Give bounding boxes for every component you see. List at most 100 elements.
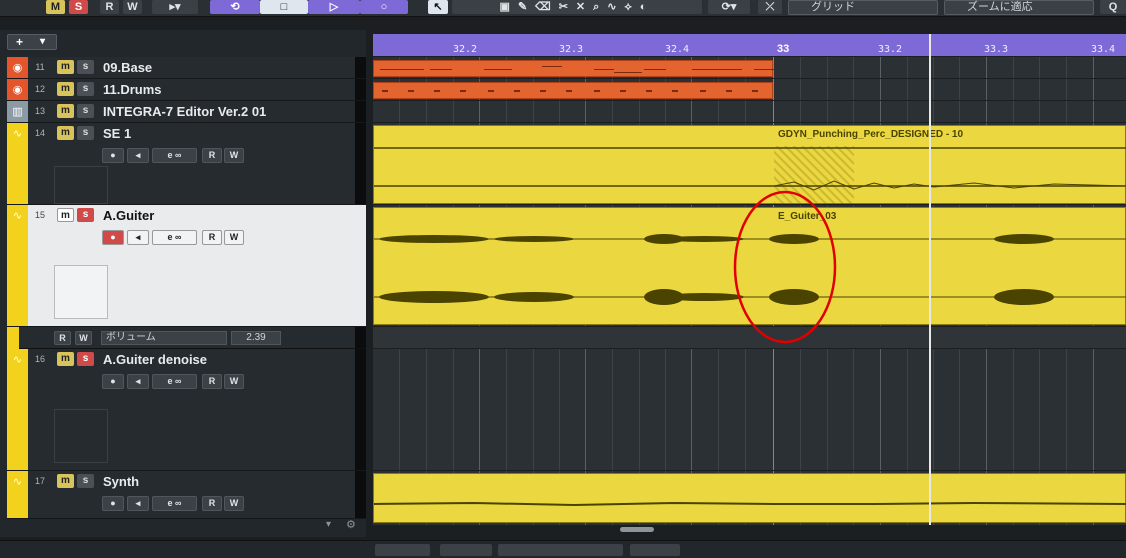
- record-button[interactable]: ○: [360, 0, 408, 14]
- midi-event-09-base[interactable]: [373, 60, 774, 77]
- play-button[interactable]: ▷: [308, 0, 360, 14]
- mute-button[interactable]: m: [57, 474, 74, 488]
- monitor-button[interactable]: ◂: [127, 230, 149, 245]
- mute-button[interactable]: m: [57, 208, 74, 222]
- automation-mode-dropdown[interactable]: ▸▾: [152, 0, 198, 14]
- read-button[interactable]: R: [202, 374, 222, 389]
- snap-toggle-icon[interactable]: ⤫: [758, 0, 782, 14]
- track-divider: [355, 205, 366, 326]
- cycle-button[interactable]: ⟲: [210, 0, 260, 14]
- monitor-button[interactable]: ◂: [127, 374, 149, 389]
- track-divider: [355, 57, 366, 78]
- timeline-ruler[interactable]: 32.2 32.3 32.4 33 33.2 33.3 33.4: [373, 34, 1126, 56]
- track-09-base[interactable]: ◉ 11 m s 09.Base: [7, 57, 366, 79]
- track-name[interactable]: A.Guiter: [103, 208, 154, 223]
- automation-parameter-select[interactable]: ボリューム: [101, 331, 227, 345]
- track-picture[interactable]: [54, 409, 108, 463]
- instrument-icon: ▥: [12, 105, 23, 118]
- edit-link-button[interactable]: e ∞: [152, 374, 197, 389]
- solo-button[interactable]: s: [77, 474, 94, 488]
- tool-palette[interactable]: ▣✎⌫✂✕⌕∿⟡◐: [452, 0, 702, 14]
- quantize-dropdown[interactable]: ズームに適応: [944, 0, 1094, 15]
- read-button[interactable]: R: [202, 496, 222, 511]
- audio-icon: ∿: [12, 127, 23, 140]
- track-a-guiter-denoise[interactable]: ∿ 16 m s A.Guiter denoise ● ◂ e ∞ R W: [7, 349, 366, 471]
- zoom-control[interactable]: [375, 544, 430, 556]
- add-track-button[interactable]: + ▾: [7, 34, 57, 50]
- track-se-1[interactable]: ∿ 14 m s SE 1 ● ◂ e ∞ R W: [7, 123, 366, 205]
- automation-value[interactable]: 2.39: [231, 331, 281, 345]
- edit-link-button[interactable]: e ∞: [152, 148, 197, 163]
- zoom-slider[interactable]: [498, 544, 623, 556]
- tracklist-chevron-down-icon[interactable]: ▾: [326, 519, 336, 530]
- mute-button[interactable]: m: [57, 104, 74, 118]
- mute-all-button[interactable]: M: [46, 0, 65, 14]
- zoom-control[interactable]: [630, 544, 680, 556]
- read-button[interactable]: R: [202, 148, 222, 163]
- track-picture[interactable]: [54, 265, 108, 319]
- track-number: 12: [34, 84, 45, 94]
- ruler-label: 32.4: [665, 44, 690, 55]
- track-11-drums[interactable]: ◉ 12 m s 11.Drums: [7, 79, 366, 101]
- audio-event-synth[interactable]: [373, 473, 1126, 523]
- ruler-label: 33.2: [878, 44, 903, 55]
- gear-icon[interactable]: ⚙: [346, 518, 358, 531]
- record-enable-button[interactable]: ●: [102, 496, 124, 511]
- track-picture[interactable]: [54, 166, 108, 204]
- solo-button[interactable]: s: [77, 82, 94, 96]
- edit-link-button[interactable]: e ∞: [152, 496, 197, 511]
- track-number: 13: [34, 106, 45, 116]
- automation-read-button[interactable]: R: [54, 331, 71, 345]
- record-enable-button[interactable]: ●: [102, 374, 124, 389]
- zoom-control[interactable]: [440, 544, 492, 556]
- track-a-guiter[interactable]: ∿ 15 m s A.Guiter ● ◂ e ∞ R W: [7, 205, 366, 327]
- monitor-button[interactable]: ◂: [127, 148, 149, 163]
- solo-button[interactable]: s: [77, 60, 94, 74]
- track-integra-7[interactable]: ▥ 13 m s INTEGRA-7 Editor Ver.2 01: [7, 101, 366, 123]
- read-automation-button[interactable]: R: [100, 0, 119, 14]
- write-automation-button[interactable]: W: [123, 0, 142, 14]
- quantize-label: ズームに適応: [967, 1, 1033, 13]
- mute-button[interactable]: m: [57, 126, 74, 140]
- solo-button[interactable]: s: [77, 208, 94, 222]
- event-display[interactable]: GDYN_Punching_Perc_DESIGNED - 10 E_Guite…: [373, 57, 1126, 525]
- horizontal-scrollbar[interactable]: [620, 527, 654, 532]
- mute-button[interactable]: m: [57, 60, 74, 74]
- add-icon: +: [16, 35, 24, 49]
- solo-button[interactable]: s: [77, 126, 94, 140]
- mute-button[interactable]: m: [57, 352, 74, 366]
- solo-button[interactable]: s: [77, 352, 94, 366]
- solo-all-button[interactable]: S: [69, 0, 88, 14]
- grid-type-dropdown[interactable]: グリッド: [788, 0, 938, 15]
- playhead-cursor[interactable]: [929, 34, 931, 525]
- stop-button[interactable]: □: [260, 0, 308, 14]
- monitor-button[interactable]: ◂: [127, 496, 149, 511]
- mute-button[interactable]: m: [57, 82, 74, 96]
- edit-link-button[interactable]: e ∞: [152, 230, 197, 245]
- midi-icon: ◉: [12, 83, 23, 96]
- track-name[interactable]: A.Guiter denoise: [103, 352, 207, 367]
- object-selection-tool-icon[interactable]: ↖: [428, 0, 448, 14]
- record-enable-button[interactable]: ●: [102, 148, 124, 163]
- track-name[interactable]: 09.Base: [103, 60, 152, 75]
- track-name[interactable]: INTEGRA-7 Editor Ver.2 01: [103, 104, 266, 119]
- write-button[interactable]: W: [224, 374, 244, 389]
- automation-lane-volume[interactable]: R W ボリューム 2.39: [7, 327, 366, 349]
- track-name[interactable]: Synth: [103, 474, 139, 489]
- read-button[interactable]: R: [202, 230, 222, 245]
- write-button[interactable]: W: [224, 230, 244, 245]
- track-name[interactable]: SE 1: [103, 126, 131, 141]
- midi-icon: ◉: [12, 61, 23, 74]
- midi-event-11-drums[interactable]: [373, 82, 773, 99]
- snap-type-dropdown[interactable]: ⟳▾: [708, 0, 750, 14]
- track-divider: [355, 123, 366, 204]
- automation-write-button[interactable]: W: [75, 331, 92, 345]
- record-enable-button[interactable]: ●: [102, 230, 124, 245]
- quantize-button[interactable]: Q: [1100, 0, 1126, 14]
- track-name[interactable]: 11.Drums: [103, 82, 162, 97]
- cubase-project-window: M S R W ▸▾ ⟲ □ ▷ ○ ↖ ▣✎⌫✂✕⌕∿⟡◐ ⟳▾ ⤫ グリッド…: [0, 0, 1126, 558]
- track-synth[interactable]: ∿ 17 m s Synth ● ◂ e ∞ R W: [7, 471, 366, 519]
- write-button[interactable]: W: [224, 148, 244, 163]
- write-button[interactable]: W: [224, 496, 244, 511]
- solo-button[interactable]: s: [77, 104, 94, 118]
